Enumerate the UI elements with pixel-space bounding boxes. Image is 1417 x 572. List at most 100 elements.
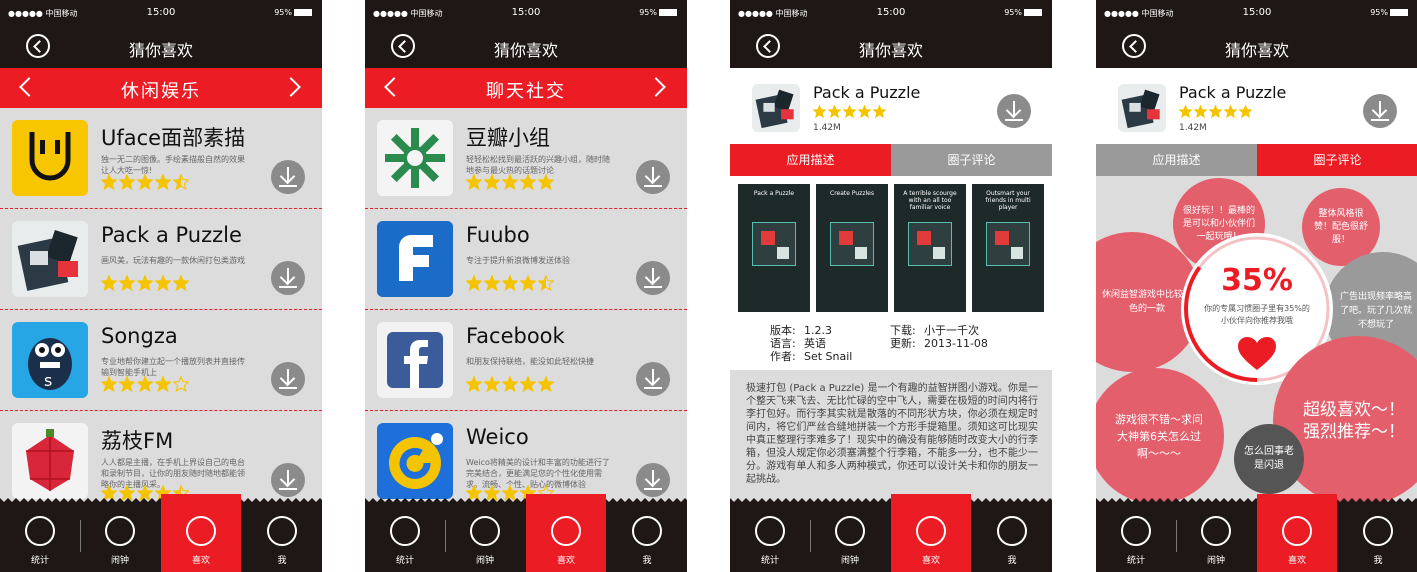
screenshot-thumbnail[interactable]: Outsmart your friends in multi player [972,184,1044,312]
star-rating [1178,103,1254,122]
tab-description[interactable]: 应用描述 [1096,144,1257,176]
star-icon [100,274,118,292]
puzzle-graphic [908,222,952,266]
download-button[interactable] [636,362,670,396]
alarm-clock-icon [470,516,500,546]
star-icon [842,104,857,119]
nav-like[interactable]: 喜欢 [526,494,606,572]
app-detail-header: Pack a Puzzle 1.42M [1096,68,1417,144]
category-switcher: 休闲娱乐 [0,68,322,108]
star-icon [118,274,136,292]
screenshot-gallery[interactable]: Pack a Puzzle Create Puzzles A terrible … [730,176,1052,318]
tab-reviews[interactable]: 圈子评论 [1257,144,1417,176]
nav-label: 统计 [760,556,779,566]
nav-me[interactable]: 我 [1338,502,1417,572]
star-icon [100,173,118,191]
list-item[interactable]: Pack a Puzzle 画风美，玩法有趣的一款休闲打包类游戏 [0,209,322,310]
star-rating [100,173,191,194]
nav-stats[interactable]: 统计 [730,502,810,572]
battery-label: 95% [1004,8,1022,17]
screenshot-thumbnail[interactable]: A terrible scourge with an all too famil… [894,184,966,312]
weico-app-icon [377,423,453,499]
nav-label: 我 [1373,556,1383,566]
list-item[interactable]: 豆瓣小组 轻轻松松找到最活跃的兴趣小组，随时随地参与最火热的话题讨论 [365,108,687,209]
nav-like[interactable]: 喜欢 [891,494,971,572]
eye-icon [186,516,216,546]
app-name: Fuubo [466,223,530,247]
page-title: 猜你喜欢 [493,41,558,60]
star-icon [118,173,136,191]
star-icon [465,375,483,393]
nav-stats[interactable]: 统计 [1096,502,1176,572]
downloads-value: 小于一千次 [924,324,979,337]
nav-label: 喜欢 [556,556,575,566]
download-button[interactable] [271,261,305,295]
download-button[interactable] [636,463,670,497]
tab-reviews[interactable]: 圈子评论 [891,144,1052,176]
alarm-clock-icon [105,516,135,546]
puzzle-graphic [830,222,874,266]
nav-alarm[interactable]: 闹钟 [445,502,525,572]
tab-description[interactable]: 应用描述 [730,144,891,176]
screenshot-caption: Create Puzzles [830,190,874,197]
nav-alarm[interactable]: 闹钟 [810,502,890,572]
battery-indicator: 95% [639,8,677,17]
uface-app-icon [12,120,88,196]
nav-me[interactable]: 我 [972,502,1052,572]
bottom-nav: 统计 闹钟 喜欢 我 [365,494,687,572]
updated-value: 2013-11-08 [924,337,988,350]
download-button[interactable] [636,261,670,295]
download-button[interactable] [1363,94,1397,128]
nav-like[interactable]: 喜欢 [1257,494,1337,572]
nav-stats[interactable]: 统计 [0,502,80,572]
star-rating [465,173,556,194]
review-bubble[interactable]: 游戏很不错～求问大神第6关怎么过啊～～～ [1096,368,1224,502]
nav-me[interactable]: 我 [242,502,322,572]
app-name: Uface面部素描 [101,126,246,150]
screenshot-caption: Pack a Puzzle [753,190,795,197]
battery-indicator: 95% [1370,8,1408,17]
screenshot-thumbnail[interactable]: Create Puzzles [816,184,888,312]
pack-a-puzzle-app-icon [1118,84,1166,132]
language-label: 语言: [770,337,796,350]
douban-group-app-icon [377,120,453,196]
battery-indicator: 95% [1004,8,1042,17]
app-description: 和朋友保持联络，能没如此轻松快捷 [466,357,594,366]
review-bubble[interactable]: 怎么回事老是闪退 [1234,424,1304,494]
download-button[interactable] [997,94,1031,128]
app-long-description: 极速打包 (Pack a Puzzle) 是一个有趣的益智拼图小游戏。你是一个整… [730,370,1052,495]
app-name: Pack a Puzzle [101,223,242,247]
screenshot-thumbnail[interactable]: Pack a Puzzle [738,184,810,312]
nav-stats[interactable]: 统计 [365,502,445,572]
star-icon [519,274,537,292]
star-icon [136,375,154,393]
nav-alarm[interactable]: 闹钟 [80,502,160,572]
app-info: 版本: 1.2.3 语言: 英语 作者: Set Snail 下载: 小于一千次 更新:… [730,318,1052,370]
puzzle-graphic [986,222,1030,266]
download-button[interactable] [271,362,305,396]
list-item[interactable]: Uface面部素描 独一无二的图像。手绘素描般自然的效果让人大吃一惊! [0,108,322,209]
nav-label: 统计 [30,556,49,566]
stats-icon [25,516,55,546]
list-item[interactable]: s Songza 专业地帮你建立起一个播放列表并直接传输到智能手机上 [0,310,322,411]
download-button[interactable] [271,160,305,194]
star-icon [100,375,118,393]
stats-icon [1121,516,1151,546]
eye-icon [1282,516,1312,546]
star-rating [465,274,556,295]
download-button[interactable] [636,160,670,194]
nav-like[interactable]: 喜欢 [161,494,241,572]
author-label: 作者: [770,350,796,363]
star-icon [1208,104,1223,119]
list-item[interactable]: Fuubo 专注于提升新浪微博发送体验 [365,209,687,310]
download-button[interactable] [271,463,305,497]
star-icon [501,375,519,393]
pack-a-puzzle-app-icon [12,221,88,297]
nav-alarm[interactable]: 闹钟 [1176,502,1256,572]
nav-me[interactable]: 我 [607,502,687,572]
star-icon [1178,104,1193,119]
stats-icon [390,516,420,546]
star-rating [465,375,556,396]
nav-label: 我 [642,556,652,566]
list-item[interactable]: Facebook 和朋友保持联络，能没如此轻松快捷 [365,310,687,411]
